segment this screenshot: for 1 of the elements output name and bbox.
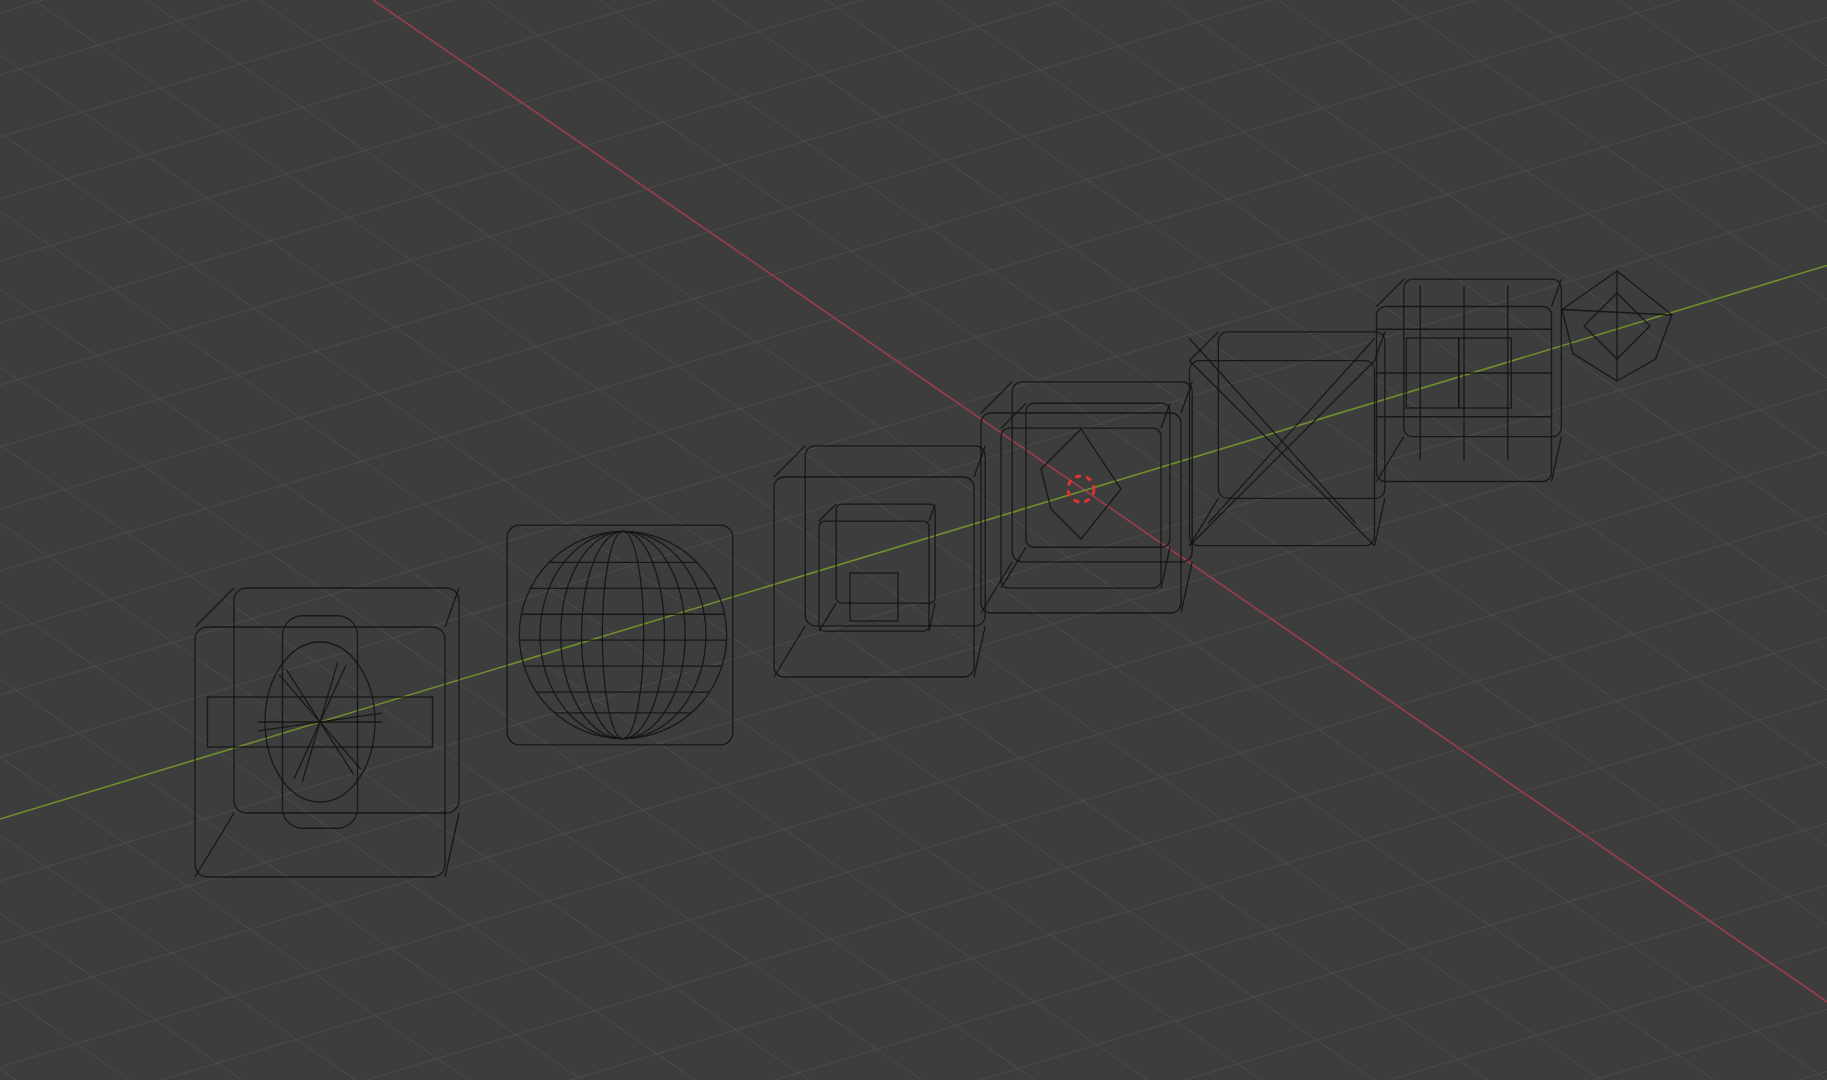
- 3d-cursor-icon[interactable]: [1066, 474, 1096, 504]
